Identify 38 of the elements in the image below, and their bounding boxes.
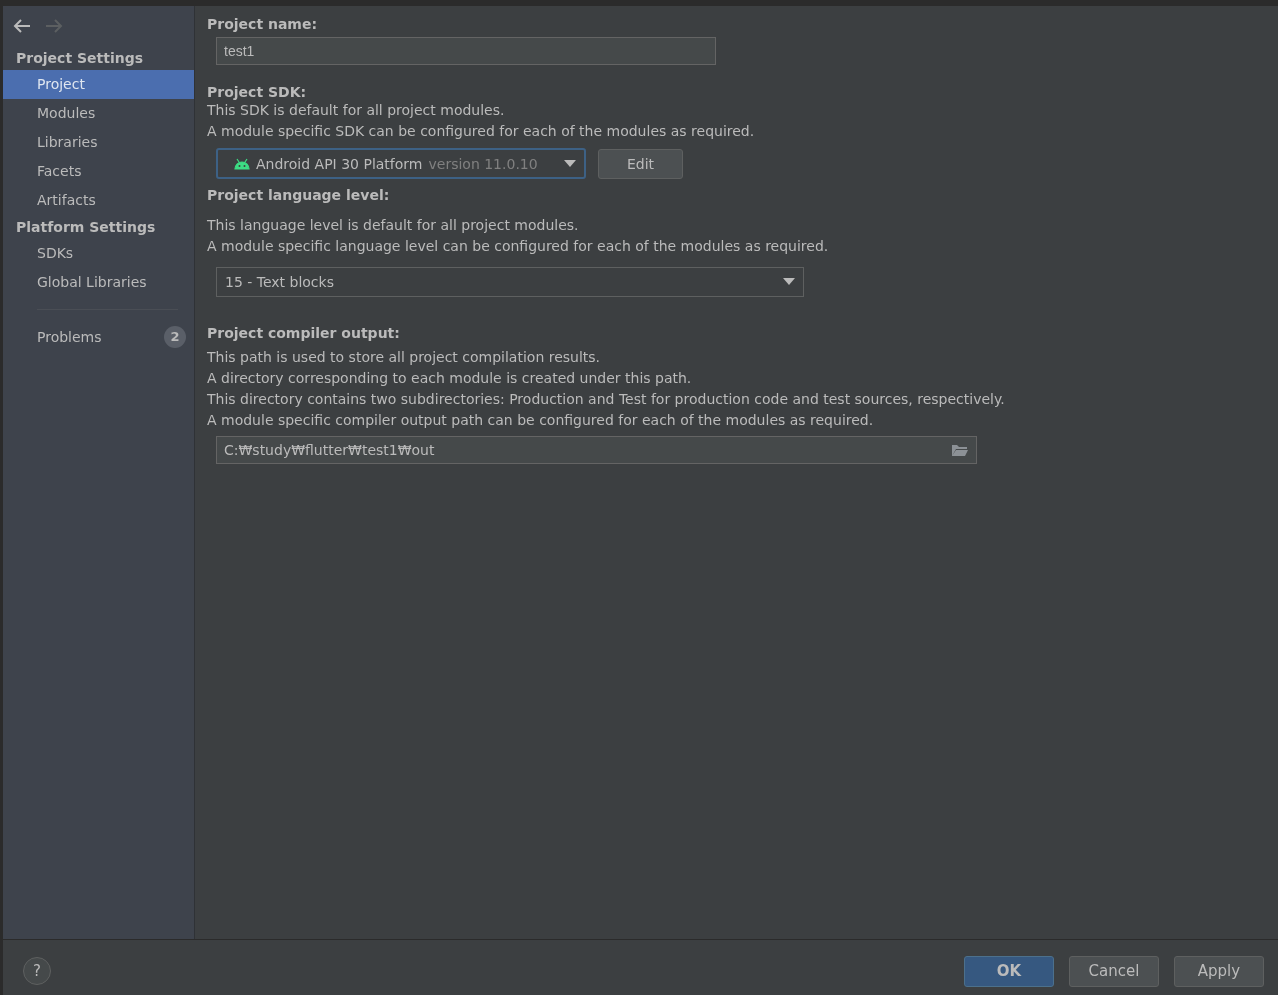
sidebar-item[interactable]: Project: [3, 70, 194, 99]
edit-button[interactable]: Edit: [598, 148, 684, 179]
caret-icon: [564, 159, 576, 168]
dialog-button[interactable]: Apply: [1174, 955, 1264, 987]
ok-button[interactable]: OK: [964, 955, 1054, 987]
field-label: Project language level:: [207, 187, 391, 203]
description-text: A module specific SDK can be configured for each of the modules as required.: [207, 122, 756, 141]
field-label: Project SDK:: [207, 84, 308, 100]
sidebar-item[interactable]: Facets: [3, 157, 194, 186]
folder-icon[interactable]: [951, 443, 969, 457]
field-label: Project name:: [207, 16, 319, 32]
description-text: This language level is default for all project modules.: [207, 216, 580, 235]
description-text: A module specific compiler output path can be configured for each of the modules as required.: [207, 411, 875, 430]
problems-item[interactable]: Problems 2: [3, 322, 194, 351]
description-text: A module specific language level can be configured for each of the modules as required.: [207, 237, 830, 256]
dialog-button[interactable]: Cancel: [1069, 955, 1159, 987]
sidebar-item[interactable]: SDKs: [3, 239, 194, 268]
section-header: Platform Settings: [15, 218, 157, 237]
section-header: Project Settings: [15, 49, 145, 68]
sdk-dropdown[interactable]: Android API 30 Platform version 11.0.10: [216, 148, 586, 179]
sidebar-item[interactable]: Artifacts: [3, 186, 194, 215]
forward-arrow-icon[interactable]: [45, 19, 63, 33]
output-path-field[interactable]: C:₩study₩flutter₩test1₩out: [216, 436, 977, 464]
sidebar-item[interactable]: Libraries: [3, 128, 194, 157]
sidebar-item[interactable]: Global Libraries: [3, 268, 194, 297]
description-text: This directory contains two subdirectories: Production and Test for production code and test sources, respectively.: [207, 390, 1006, 409]
android-icon: [234, 157, 250, 170]
language-level-dropdown[interactable]: 15 - Text blocks: [216, 267, 804, 297]
back-arrow-icon[interactable]: [13, 19, 31, 33]
help-button[interactable]: ?: [23, 957, 51, 985]
sidebar-item[interactable]: Modules: [3, 99, 194, 128]
description-text: A directory corresponding to each module is created under this path.: [207, 369, 693, 388]
field-label: Project compiler output:: [207, 325, 401, 341]
description-text: This path is used to store all project compilation results.: [207, 348, 602, 367]
count-badge: 2: [164, 325, 186, 348]
description-text: This SDK is default for all project modules.: [207, 101, 506, 120]
project-name-field[interactable]: test1: [216, 37, 716, 65]
caret-icon: [783, 278, 795, 286]
